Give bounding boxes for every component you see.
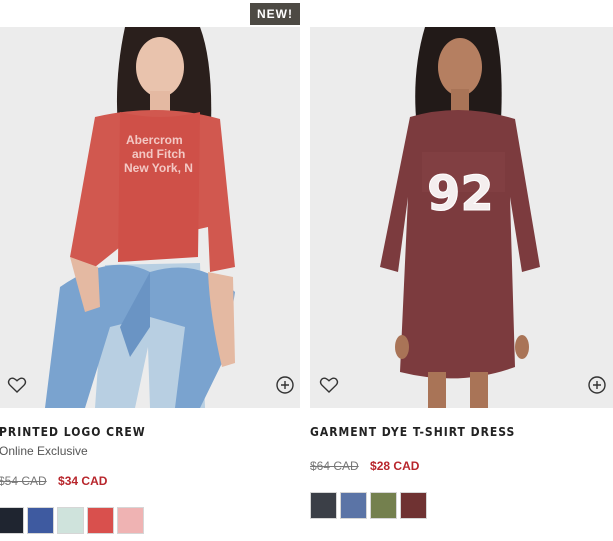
product-title[interactable]: PRINTED LOGO CREW <box>0 425 146 439</box>
shirt-logo-line: New York, N <box>124 161 193 175</box>
dress-number: 92 <box>427 166 494 222</box>
shirt-logo-line: and Fitch <box>132 147 185 161</box>
original-price: $64 CAD <box>310 459 359 473</box>
color-swatch[interactable] <box>370 492 397 519</box>
plus-circle-icon[interactable] <box>275 375 295 395</box>
price-row: $54 CAD $34 CAD <box>0 474 107 488</box>
original-price: $54 CAD <box>0 474 47 488</box>
color-swatch[interactable] <box>87 507 114 534</box>
plus-circle-icon[interactable] <box>587 375 607 395</box>
product-subtitle: Online Exclusive <box>0 444 88 458</box>
color-swatch[interactable] <box>117 507 144 534</box>
product-image[interactable]: 92 <box>310 27 613 408</box>
shirt-logo-line: Abercrom <box>126 133 183 147</box>
product-image[interactable]: Abercrom and Fitch New York, N <box>0 27 300 408</box>
new-badge: NEW! <box>250 3 300 25</box>
heart-outline-icon[interactable] <box>319 375 339 395</box>
color-swatch[interactable] <box>340 492 367 519</box>
model-photo-illustration: Abercrom and Fitch New York, N <box>0 27 300 408</box>
heart-outline-icon[interactable] <box>7 375 27 395</box>
color-swatch[interactable] <box>27 507 54 534</box>
price-row: $64 CAD $28 CAD <box>310 459 419 473</box>
sale-price: $28 CAD <box>370 459 420 473</box>
color-swatch[interactable] <box>310 492 337 519</box>
color-swatch[interactable] <box>400 492 427 519</box>
color-swatch[interactable] <box>0 507 24 534</box>
product-title[interactable]: GARMENT DYE T-SHIRT DRESS <box>310 425 515 439</box>
model-photo-illustration: 92 <box>310 27 613 408</box>
color-swatches <box>0 507 144 534</box>
color-swatch[interactable] <box>57 507 84 534</box>
sale-price: $34 CAD <box>58 474 108 488</box>
color-swatches <box>310 492 427 519</box>
